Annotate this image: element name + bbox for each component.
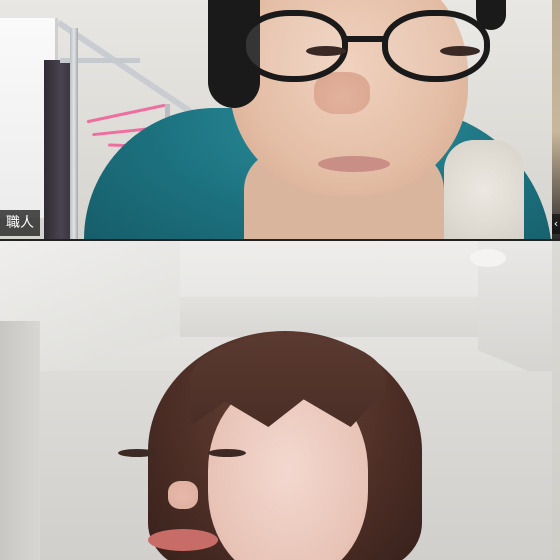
chevron-left-icon[interactable]: ‹ — [552, 214, 560, 234]
eye-right — [440, 46, 480, 56]
nose — [168, 481, 198, 509]
eye-right — [208, 449, 246, 457]
wall-edge — [0, 321, 40, 560]
participant-video-bottom — [118, 331, 460, 560]
glasses — [240, 10, 490, 90]
eye-left — [306, 46, 346, 56]
lips — [148, 529, 218, 551]
fleece-collar — [444, 140, 524, 239]
drying-rack-pole — [70, 28, 78, 239]
participant-video-top — [84, 0, 552, 239]
video-call-grid: 職人 ‹ — [0, 0, 560, 560]
eye-left — [118, 449, 156, 457]
adjacent-tile-top[interactable] — [552, 0, 560, 239]
ceiling-light — [470, 249, 506, 267]
participant-name-label: 職人 — [0, 210, 40, 236]
glasses-lens-right — [382, 10, 490, 82]
participant-tile-top[interactable]: 職人 — [0, 0, 552, 239]
participant-tile-bottom[interactable] — [0, 241, 552, 560]
glasses-bridge — [344, 36, 386, 42]
curtain — [44, 60, 72, 239]
adjacent-tile-bottom[interactable] — [552, 241, 560, 560]
mouth — [318, 156, 390, 172]
adjacent-tiles-strip: ‹ — [552, 0, 560, 560]
